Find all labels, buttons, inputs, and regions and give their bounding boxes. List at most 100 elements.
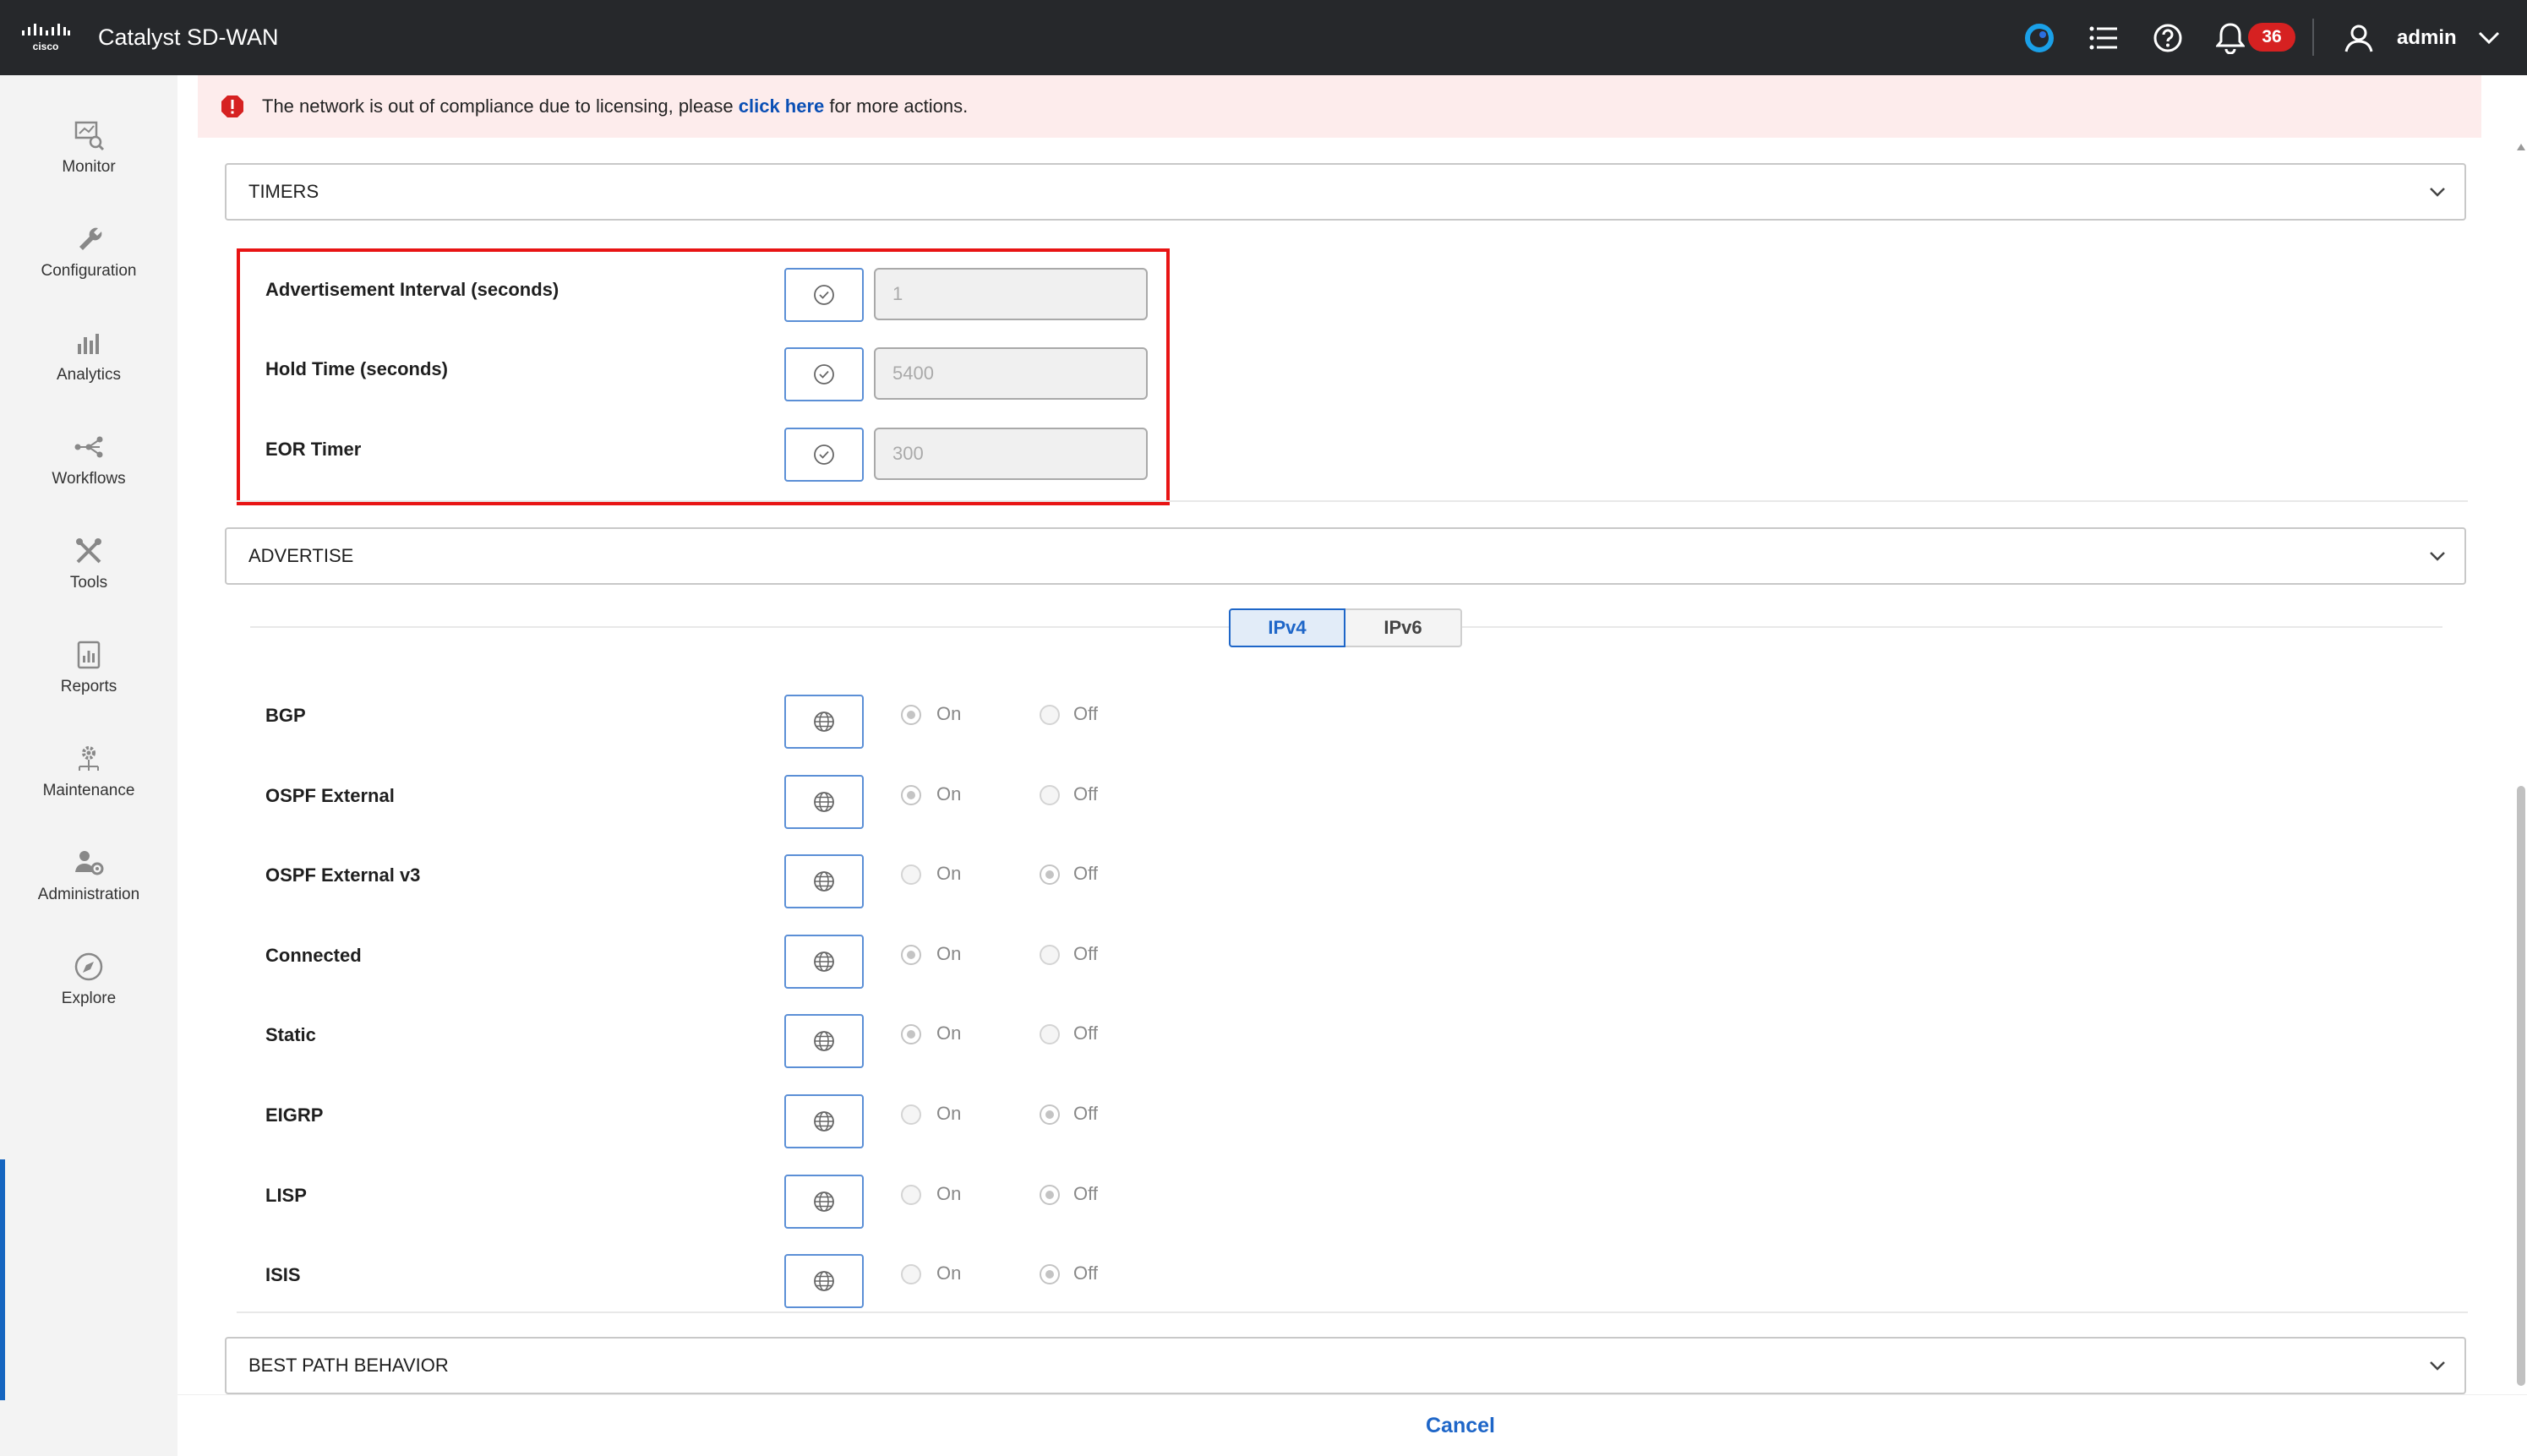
radio-on-label[interactable]: On (936, 1262, 961, 1284)
scope-default-button[interactable] (784, 268, 864, 322)
notification-badge[interactable]: 36 (2248, 23, 2295, 52)
sidebar-item-reports[interactable]: Reports (0, 625, 177, 718)
radio-on-label[interactable]: On (936, 943, 961, 965)
radio-off-bgp[interactable] (1040, 705, 1060, 725)
globe-icon (814, 1111, 834, 1132)
radio-on-connected[interactable] (901, 945, 921, 965)
timers-section-header[interactable]: TIMERS (225, 163, 2466, 221)
radio-on-static[interactable] (901, 1024, 921, 1044)
best-path-section-header[interactable]: BEST PATH BEHAVIOR (225, 1337, 2466, 1394)
sidebar-item-label: Maintenance (42, 782, 135, 799)
radio-off-label[interactable]: Off (1073, 783, 1098, 805)
radio-on-label[interactable]: On (936, 703, 961, 725)
section-divider (237, 1311, 2468, 1313)
globe-icon (814, 871, 834, 892)
advertise-section-header[interactable]: ADVERTISE (225, 527, 2466, 585)
tab-ipv4[interactable]: IPv4 (1229, 608, 1345, 647)
scope-default-button[interactable] (784, 428, 864, 482)
wrench-icon (79, 227, 102, 250)
radio-on-label[interactable]: On (936, 1022, 961, 1044)
tab-ipv6[interactable]: IPv6 (1345, 608, 1462, 647)
section-title: TIMERS (248, 181, 319, 202)
sidebar-item-label: Configuration (41, 262, 137, 280)
radio-off-eigrp[interactable] (1040, 1104, 1060, 1125)
radio-off-ospf-external-v3[interactable] (1040, 864, 1060, 885)
sidebar-item-label: Analytics (56, 366, 122, 384)
sidebar: Monitor Configuration Analytics Workflow… (0, 75, 177, 1456)
scope-default-button[interactable] (784, 347, 864, 401)
top-bar: cisco Catalyst SD-WAN 36 admin (0, 0, 2527, 75)
radio-off-label[interactable]: Off (1073, 863, 1098, 885)
scope-global-button-ospf-external[interactable] (784, 775, 864, 829)
radio-on-isis[interactable] (901, 1264, 921, 1284)
compass-icon (74, 952, 103, 981)
radio-on-label[interactable]: On (936, 1183, 961, 1205)
radio-on-label[interactable]: On (936, 783, 961, 805)
scope-global-button-lisp[interactable] (784, 1175, 864, 1229)
cisco-logo[interactable]: cisco (20, 22, 71, 54)
scope-global-button-ospf-external-v3[interactable] (784, 854, 864, 908)
sidebar-item-monitor[interactable]: Monitor (0, 106, 177, 199)
advertise-label-ospf-external-v3: OSPF External v3 (265, 864, 421, 886)
scope-global-button-connected[interactable] (784, 935, 864, 989)
cancel-button[interactable]: Cancel (1376, 1395, 1545, 1456)
hold-time-input[interactable]: 5400 (874, 347, 1148, 400)
radio-on-eigrp[interactable] (901, 1104, 921, 1125)
globe-icon (814, 952, 834, 972)
banner-click-here-link[interactable]: click here (739, 95, 825, 117)
scope-global-button-isis[interactable] (784, 1254, 864, 1308)
sidebar-item-configuration[interactable]: Configuration (0, 210, 177, 303)
radio-off-isis[interactable] (1040, 1264, 1060, 1284)
section-divider (237, 500, 2468, 502)
sidebar-item-label: Tools (69, 574, 108, 592)
sidebar-item-explore[interactable]: Explore (0, 937, 177, 1030)
radio-on-bgp[interactable] (901, 705, 921, 725)
sidebar-item-tools[interactable]: Tools (0, 521, 177, 614)
radio-off-connected[interactable] (1040, 945, 1060, 965)
radio-off-ospf-external[interactable] (1040, 785, 1060, 805)
radio-off-label[interactable]: Off (1073, 943, 1098, 965)
radio-on-label[interactable]: On (936, 1103, 961, 1125)
timer-label: Advertisement Interval (seconds) (265, 279, 559, 300)
user-name[interactable]: admin (2397, 0, 2457, 75)
radio-on-ospf-external[interactable] (901, 785, 921, 805)
sidebar-item-maintenance[interactable]: Maintenance (0, 729, 177, 822)
scrollbar-thumb[interactable] (2517, 786, 2525, 1386)
bell-icon[interactable] (2213, 20, 2248, 56)
radio-off-label[interactable]: Off (1073, 1183, 1098, 1205)
radio-off-label[interactable]: Off (1073, 1103, 1098, 1125)
compliance-banner: The network is out of compliance due to … (198, 75, 2481, 138)
section-title: ADVERTISE (248, 545, 354, 566)
timer-label: Hold Time (seconds) (265, 358, 448, 379)
globe-icon (814, 1031, 834, 1051)
advertise-label-lisp: LISP (265, 1185, 307, 1206)
task-list-icon[interactable] (2086, 20, 2121, 56)
radio-off-static[interactable] (1040, 1024, 1060, 1044)
advertisement-interval-input[interactable]: 1 (874, 268, 1148, 320)
user-menu-chevron-icon[interactable] (2471, 20, 2507, 56)
timer-label: EOR Timer (265, 439, 362, 460)
user-icon[interactable] (2341, 20, 2377, 56)
scope-global-button-eigrp[interactable] (784, 1094, 864, 1148)
radio-off-label[interactable]: Off (1073, 703, 1098, 725)
scroll-up-arrow-icon[interactable] (2517, 144, 2525, 150)
banner-text-prefix: The network is out of compliance due to … (262, 95, 739, 117)
webex-icon[interactable] (2022, 20, 2057, 56)
scope-global-button-bgp[interactable] (784, 695, 864, 749)
help-icon[interactable] (2150, 20, 2186, 56)
workflow-icon (74, 436, 103, 458)
radio-on-label[interactable]: On (936, 863, 961, 885)
radio-on-lisp[interactable] (901, 1185, 921, 1205)
sidebar-item-administration[interactable]: Administration (0, 833, 177, 926)
sidebar-item-analytics[interactable]: Analytics (0, 314, 177, 406)
eor-timer-input[interactable]: 300 (874, 428, 1148, 480)
radio-on-ospf-external-v3[interactable] (901, 864, 921, 885)
check-circle-icon (814, 285, 834, 305)
sidebar-item-workflows[interactable]: Workflows (0, 417, 177, 510)
radio-off-label[interactable]: Off (1073, 1262, 1098, 1284)
advertise-label-bgp: BGP (265, 705, 306, 726)
scope-global-button-static[interactable] (784, 1014, 864, 1068)
radio-off-label[interactable]: Off (1073, 1022, 1098, 1044)
advertise-label-eigrp: EIGRP (265, 1104, 324, 1126)
radio-off-lisp[interactable] (1040, 1185, 1060, 1205)
